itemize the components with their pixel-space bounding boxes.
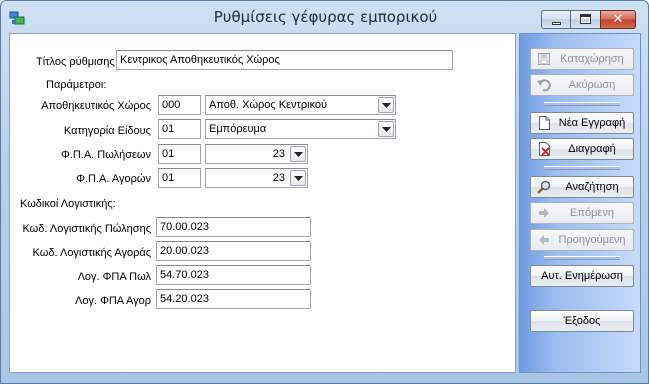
- vat-acc-sales-input[interactable]: 54.70.023: [156, 265, 311, 285]
- exit-button[interactable]: Έξοδος: [530, 310, 634, 332]
- vat-sales-label: Φ.Π.Α. Πωλήσεων: [60, 149, 151, 161]
- vat-sales-rate: 23: [272, 148, 285, 160]
- title-bar[interactable]: Ρυθμίσεις γέφυρας εμπορικού ✕: [1, 1, 648, 33]
- close-icon: ✕: [612, 12, 624, 27]
- accounts-divider: [124, 203, 465, 204]
- new-record-button[interactable]: Νέα Εγγραφή: [530, 112, 634, 134]
- chevron-down-icon: [382, 127, 391, 132]
- warehouse-code-input[interactable]: 000: [158, 95, 201, 115]
- previous-button-label: Προηγούμενη: [558, 234, 626, 246]
- next-button[interactable]: Επόμενη: [530, 202, 634, 224]
- vat-acc-purch-label: Λογ. ΦΠΑ Αγορ: [75, 295, 151, 307]
- vat-purch-label: Φ.Π.Α. Αγορών: [76, 173, 151, 185]
- delete-button-label: Διαγραφή: [568, 143, 616, 155]
- acc-sales-label: Κωδ. Λογιστικής Πώλησης: [22, 223, 151, 235]
- vat-acc-purch-input[interactable]: 54.20.023: [156, 289, 311, 309]
- category-code-input[interactable]: 01: [158, 119, 201, 139]
- app-window: Ρυθμίσεις γέφυρας εμπορικού ✕ Τίτλος ρύθ…: [0, 0, 649, 384]
- maximize-button[interactable]: [571, 10, 601, 29]
- arrow-right-icon: [537, 206, 551, 220]
- auto-update-button-label: Αυτ. Ενημέρωση: [541, 270, 623, 282]
- vat-sales-select[interactable]: 23: [205, 144, 308, 164]
- chevron-down-icon: [382, 103, 391, 108]
- minimize-icon: [552, 22, 561, 25]
- vat-acc-sales-label: Λογ. ΦΠΑ Πωλ: [77, 271, 151, 283]
- new-document-icon: [537, 116, 551, 130]
- save-button-label: Καταχώρηση: [560, 53, 624, 65]
- chevron-down-icon: [294, 176, 303, 181]
- vat-purch-select[interactable]: 23: [205, 168, 308, 188]
- previous-button[interactable]: Προηγούμενη: [530, 229, 634, 251]
- params-divider: [122, 85, 465, 86]
- vat-sales-code-input[interactable]: 01: [158, 144, 201, 164]
- vat-purch-dropdown-button[interactable]: [290, 170, 306, 186]
- next-button-label: Επόμενη: [570, 207, 614, 219]
- cancel-button[interactable]: Ακύρωση: [530, 74, 634, 96]
- search-button-label: Αναζήτηση: [565, 181, 619, 193]
- params-header: Παράμετροι:: [46, 79, 107, 91]
- delete-button[interactable]: Διαγραφή: [530, 138, 634, 160]
- save-icon: [537, 52, 551, 66]
- exit-button-label: Έξοδος: [563, 315, 601, 327]
- warehouse-label: Αποθηκευτικός Χώρος: [41, 100, 151, 112]
- save-button[interactable]: Καταχώρηση: [530, 48, 634, 70]
- acc-sales-input[interactable]: 70.00.023: [156, 217, 311, 237]
- minimize-button[interactable]: [541, 10, 571, 29]
- acc-purch-label: Κωδ. Λογιστικής Αγοράς: [32, 247, 151, 259]
- form-panel: Τίτλος ρύθμισης Κεντρικος Αποθηκευτικός …: [9, 33, 516, 373]
- vat-purch-code-input[interactable]: 01: [158, 168, 201, 188]
- category-select[interactable]: Εμπόρευμα: [205, 119, 396, 139]
- acc-purch-input[interactable]: 20.00.023: [156, 241, 311, 261]
- chevron-down-icon: [294, 152, 303, 157]
- category-dropdown-button[interactable]: [378, 121, 394, 137]
- close-button[interactable]: ✕: [600, 10, 636, 29]
- sidebar-separator: [544, 102, 620, 106]
- title-label: Τίτλος ρύθμισης: [36, 56, 115, 68]
- category-select-value: Εμπόρευμα: [209, 123, 267, 135]
- auto-update-button[interactable]: Αυτ. Ενημέρωση: [530, 265, 634, 287]
- delete-document-icon: [537, 142, 551, 156]
- warehouse-dropdown-button[interactable]: [378, 97, 394, 113]
- warehouse-select[interactable]: Αποθ. Χώρος Κεντρικού: [205, 95, 396, 115]
- search-button[interactable]: Αναζήτηση: [530, 176, 634, 198]
- cancel-button-label: Ακύρωση: [568, 79, 616, 91]
- sidebar-separator: [544, 256, 620, 260]
- arrow-left-icon: [537, 233, 551, 247]
- vat-sales-dropdown-button[interactable]: [290, 146, 306, 162]
- maximize-icon: [580, 14, 591, 24]
- vat-purch-rate: 23: [272, 172, 285, 184]
- accounts-header: Κωδικοί Λογιστικής:: [20, 198, 116, 210]
- new-record-button-label: Νέα Εγγραφή: [558, 117, 626, 129]
- title-input[interactable]: Κεντρικος Αποθηκευτικός Χώρος: [116, 50, 453, 70]
- warehouse-select-value: Αποθ. Χώρος Κεντρικού: [209, 99, 328, 111]
- sidebar-separator: [544, 166, 620, 170]
- undo-icon: [537, 78, 551, 92]
- action-sidebar: Καταχώρηση Ακύρωση Νέα Εγγραφή Διαγραφή: [519, 33, 641, 373]
- search-icon: [537, 180, 551, 194]
- category-label: Κατηγορία Είδους: [63, 125, 151, 137]
